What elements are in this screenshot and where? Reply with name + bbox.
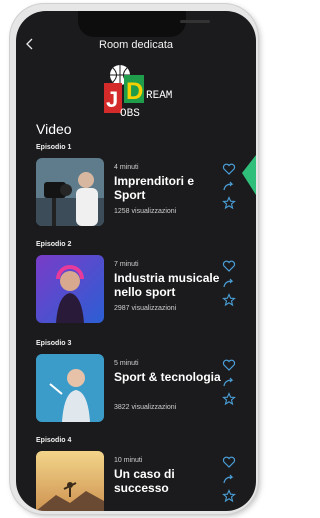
episode-label: Episodio 3 [36, 340, 72, 347]
star-icon[interactable] [222, 489, 236, 503]
share-icon[interactable] [222, 472, 236, 486]
dream-jobs-logo: J D REAM OBS [104, 65, 172, 120]
svg-text:D: D [126, 78, 143, 105]
heart-icon[interactable] [222, 162, 236, 176]
episode-duration: 7 minuti [114, 261, 139, 268]
episode-views: 3822 visualizzazioni [114, 404, 177, 411]
section-title: Video [36, 121, 72, 137]
episode-card[interactable]: Episodio 1 4 minuti Imprenditori e Sport… [16, 144, 256, 244]
episode-label: Episodio 2 [36, 241, 72, 248]
share-icon[interactable] [222, 276, 236, 290]
svg-text:REAM: REAM [146, 90, 172, 102]
episode-duration: 4 minuti [114, 164, 139, 171]
episode-views: 2987 visualizzazioni [114, 305, 177, 312]
episode-actions [222, 358, 236, 409]
episode-title[interactable]: Sport & tecnologia [114, 370, 226, 384]
episode-label: Episodio 1 [36, 144, 72, 151]
svg-text:J: J [106, 87, 118, 112]
pointer-arrow-icon [242, 155, 256, 195]
episode-thumbnail[interactable] [36, 354, 104, 422]
episode-actions [222, 162, 236, 213]
episode-card[interactable]: Episodio 3 5 minuti Sport & tecnologia 3… [16, 340, 256, 440]
star-icon[interactable] [222, 293, 236, 307]
star-icon[interactable] [222, 196, 236, 210]
episode-actions [222, 259, 236, 310]
speaker [180, 20, 210, 23]
episode-title[interactable]: Industria musicale nello sport [114, 271, 226, 299]
episode-thumbnail[interactable] [36, 255, 104, 323]
heart-icon[interactable] [222, 358, 236, 372]
star-icon[interactable] [222, 392, 236, 406]
episode-duration: 5 minuti [114, 360, 139, 367]
episode-card[interactable]: Episodio 2 7 minuti Industria musicale n… [16, 241, 256, 341]
heart-icon[interactable] [222, 455, 236, 469]
episode-label: Episodio 4 [36, 437, 72, 444]
episode-thumbnail[interactable] [36, 451, 104, 511]
page-title: Room dedicata [99, 39, 173, 51]
app-screen: Room dedicata J D REAM OBS Video Episodi… [16, 11, 256, 511]
heart-icon[interactable] [222, 259, 236, 273]
episode-card[interactable]: Episodio 4 10 minuti Un caso di successo [16, 437, 256, 511]
share-icon[interactable] [222, 179, 236, 193]
episode-duration: 10 minuti [114, 457, 143, 464]
episode-actions [222, 455, 236, 506]
svg-text:OBS: OBS [120, 108, 140, 120]
episode-views: 1258 visualizzazioni [114, 208, 177, 215]
episode-thumbnail[interactable] [36, 158, 104, 226]
notch [78, 11, 210, 37]
episode-title[interactable]: Un caso di successo [114, 467, 226, 495]
episode-title[interactable]: Imprenditori e Sport [114, 174, 226, 202]
share-icon[interactable] [222, 375, 236, 389]
